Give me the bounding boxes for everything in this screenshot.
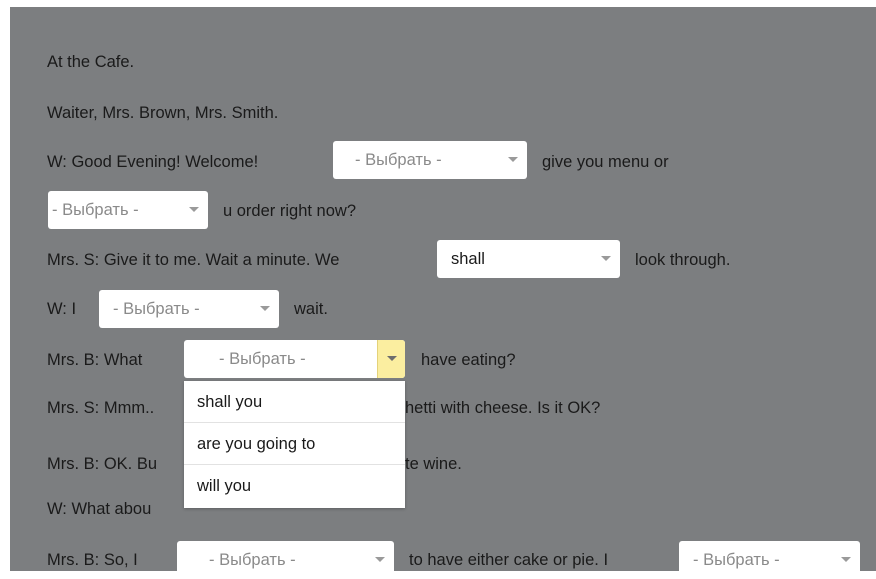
select-value: - Выбрать - <box>209 551 296 569</box>
line-6-suffix: wait. <box>294 300 328 318</box>
chevron-down-icon[interactable] <box>592 240 620 278</box>
line-8-suffix: hetti with cheese. Is it OK? <box>405 399 601 417</box>
chevron-down-icon[interactable] <box>251 290 279 328</box>
line-8-prefix: Mrs. S: Mmm.. <box>47 399 155 417</box>
line-6-prefix: W: I <box>47 300 77 318</box>
line-9-prefix: Mrs. B: OK. Bu <box>47 455 158 473</box>
characters-line: Waiter, Mrs. Brown, Mrs. Smith. <box>47 104 279 122</box>
line-10: W: What abou <box>47 500 152 518</box>
option-label: will you <box>197 477 252 495</box>
option-label: are you going to <box>197 435 316 453</box>
line-11-prefix: Mrs. B: So, I <box>47 551 138 569</box>
title-line: At the Cafe. <box>47 53 135 71</box>
blank-select-2[interactable]: - Выбрать - <box>48 191 208 229</box>
blank-select-4[interactable]: - Выбрать - <box>99 290 279 328</box>
blank-select-7[interactable]: - Выбрать - <box>679 541 860 579</box>
blank-select-6[interactable]: - Выбрать - <box>177 541 394 579</box>
chevron-down-icon[interactable] <box>366 541 394 579</box>
line-4-suffix: u order right now? <box>223 202 356 220</box>
chevron-down-icon[interactable] <box>499 141 527 179</box>
line-7-suffix: have eating? <box>421 351 516 369</box>
select-value: - Выбрать - <box>52 201 139 219</box>
dropdown-option[interactable]: are you going to <box>184 423 405 465</box>
select-value: - Выбрать - <box>219 350 306 368</box>
dropdown-option[interactable]: shall you <box>184 381 405 423</box>
line-3-prefix: W: Good Evening! Welcome! <box>47 153 259 171</box>
select-value: - Выбрать - <box>355 151 442 169</box>
chevron-down-icon[interactable] <box>377 340 405 378</box>
line-3-suffix: give you menu or <box>542 153 669 171</box>
line-5-prefix: Mrs. S: Give it to me. Wait a minute. We <box>47 251 340 269</box>
line-5-suffix: look through. <box>635 251 731 269</box>
select-value: - Выбрать - <box>113 300 200 318</box>
blank-select-1[interactable]: - Выбрать - <box>333 141 527 179</box>
dropdown-list: shall you are you going to will you <box>184 381 405 508</box>
line-7-prefix: Mrs. B: What <box>47 351 143 369</box>
dropdown-option[interactable]: will you <box>184 465 405 507</box>
blank-select-5-open[interactable]: - Выбрать - <box>184 340 405 378</box>
select-value: - Выбрать - <box>693 551 780 569</box>
select-value: shall <box>451 250 485 268</box>
chevron-down-icon[interactable] <box>180 191 208 229</box>
option-label: shall you <box>197 393 263 411</box>
line-9-suffix: te wine. <box>405 455 462 473</box>
exercise-panel <box>10 7 876 571</box>
chevron-down-icon[interactable] <box>832 541 860 579</box>
blank-select-3[interactable]: shall <box>437 240 620 278</box>
line-11-middle: to have either cake or pie. I <box>409 551 609 569</box>
